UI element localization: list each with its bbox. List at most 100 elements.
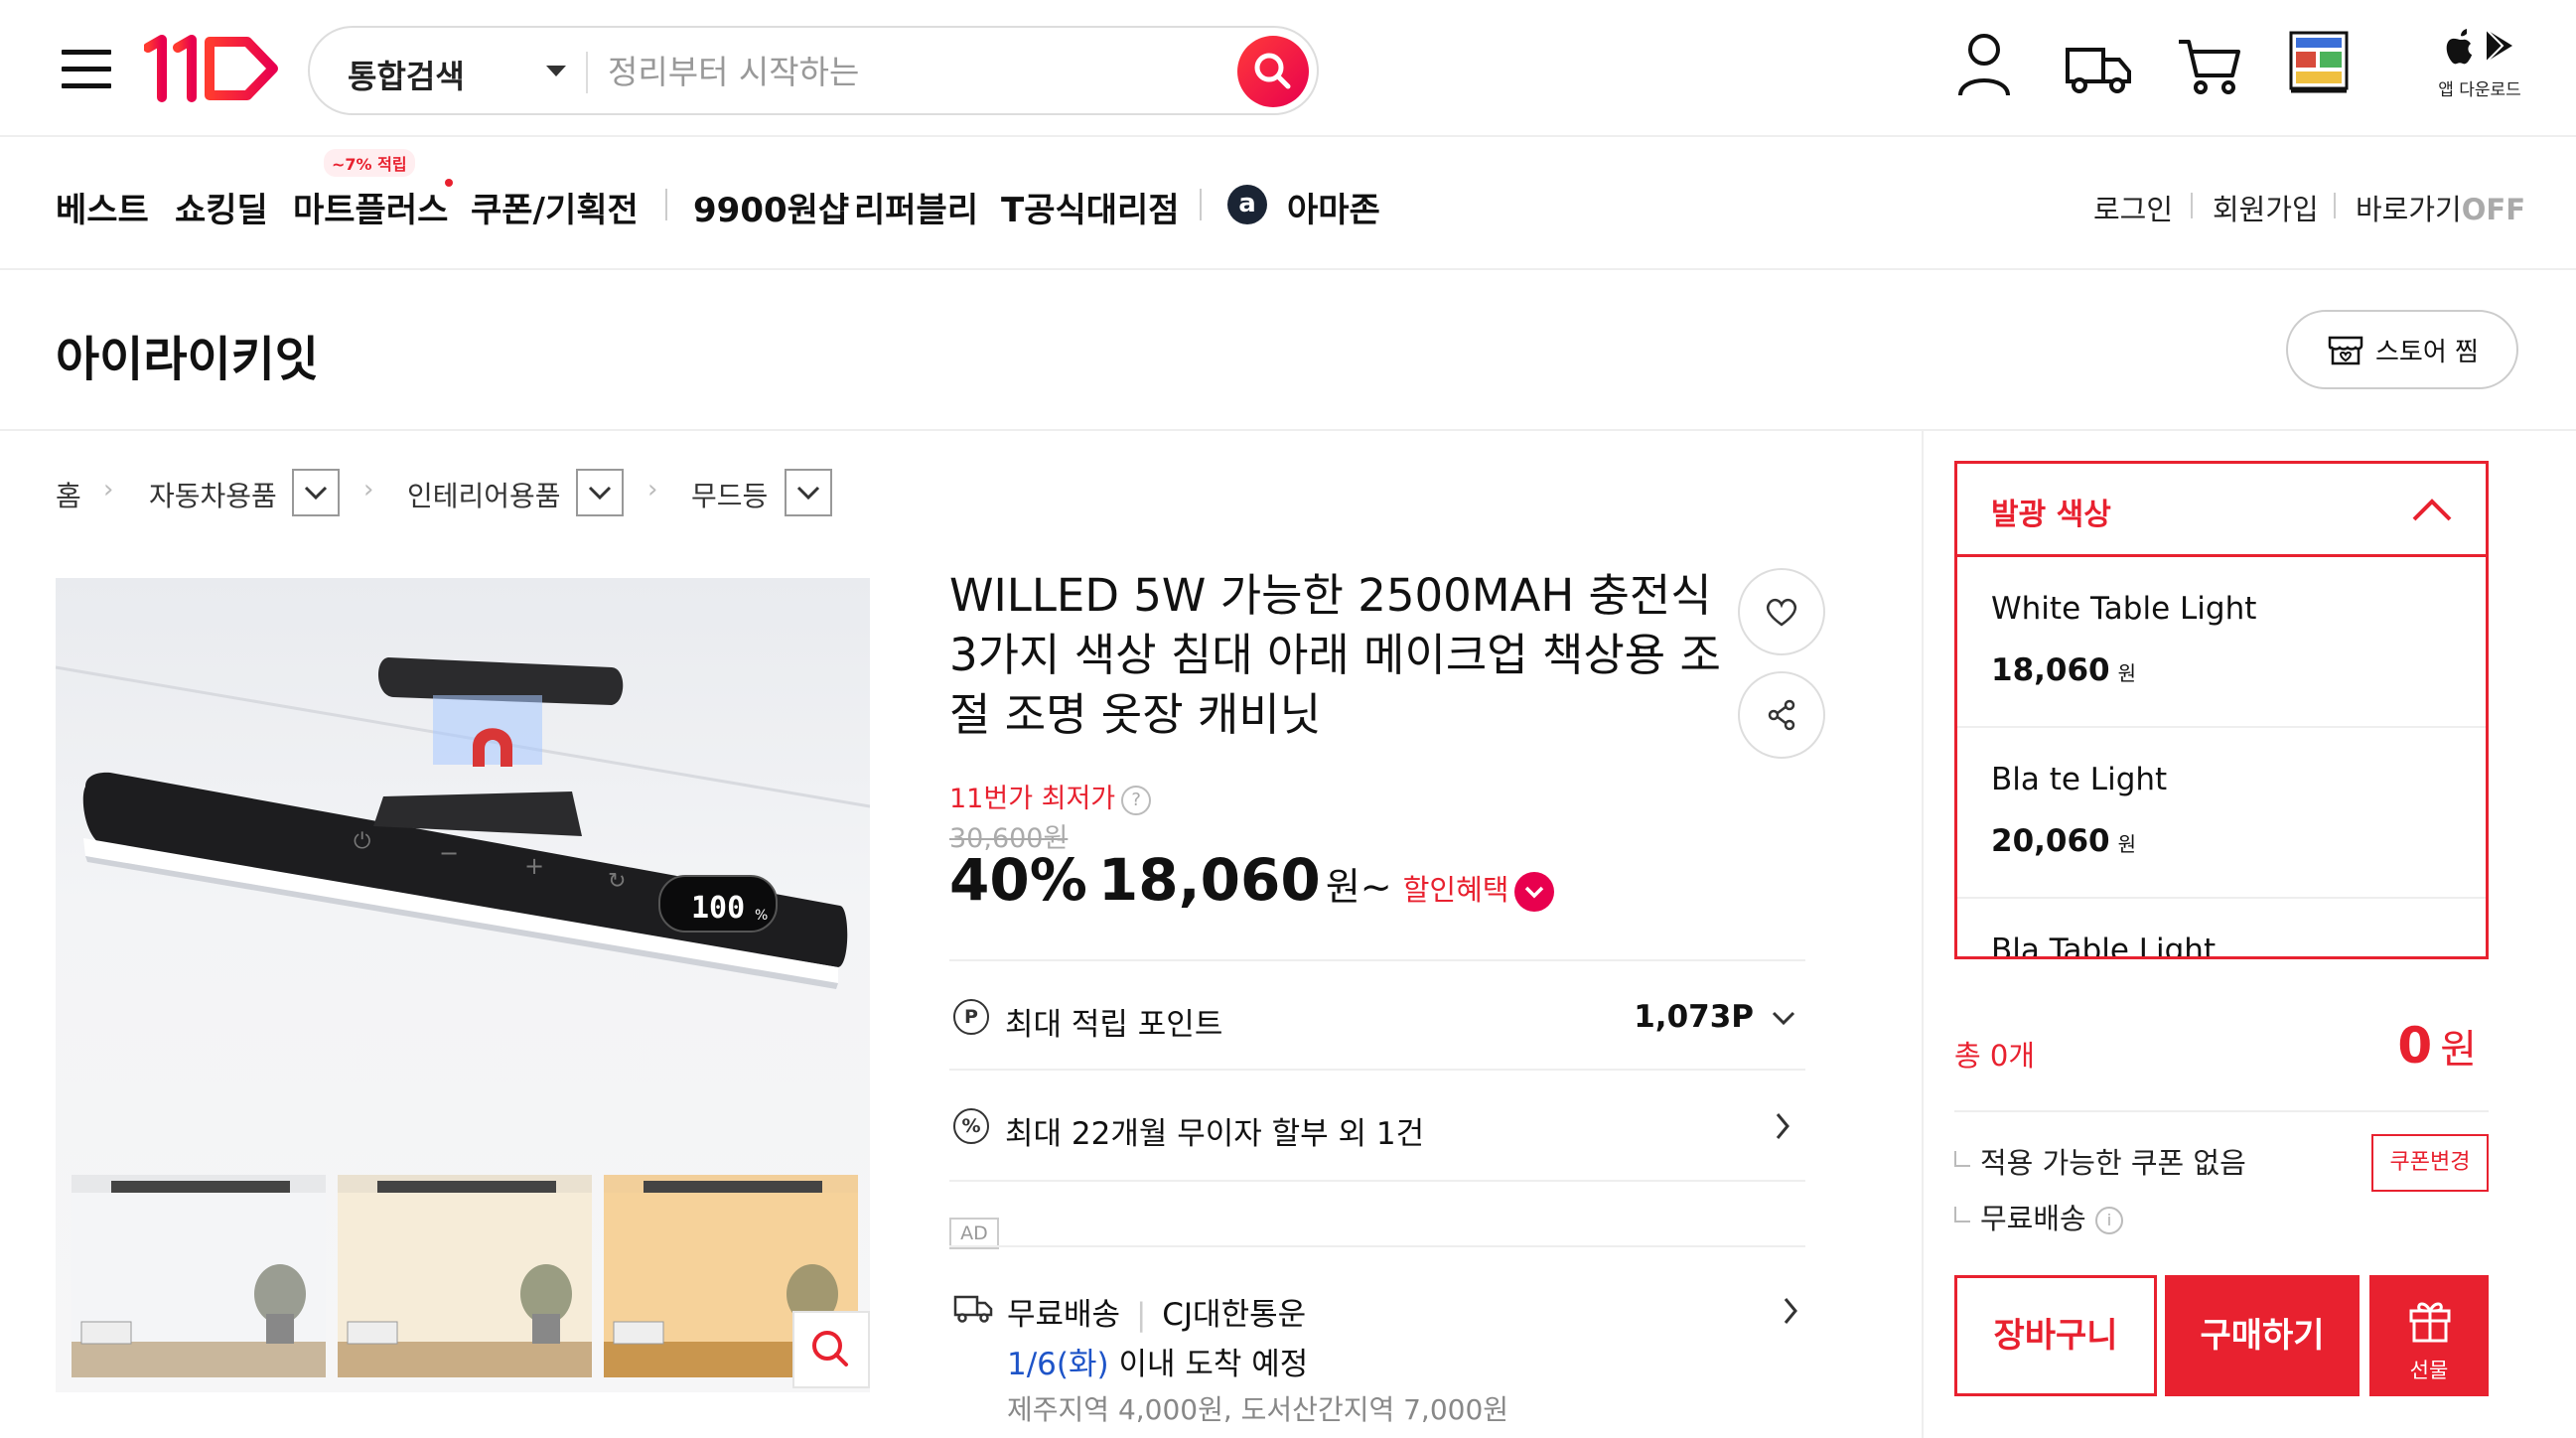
option-item[interactable]: Bla Table Light: [1957, 899, 2486, 959]
help-icon[interactable]: ?: [1121, 785, 1152, 815]
user-icon[interactable]: [1954, 30, 2014, 99]
heart-icon: [1766, 598, 1797, 627]
option-name: Bla te Light: [1991, 762, 2168, 797]
breadcrumb-home[interactable]: 홈: [56, 475, 81, 514]
nav-refurbly[interactable]: 리퍼블리: [854, 183, 978, 231]
gift-label: 선물: [2409, 1359, 2449, 1382]
wishlist-button[interactable]: [1738, 568, 1825, 655]
delivery-truck-icon: [953, 1295, 993, 1323]
points-label: 최대 적립 포인트: [1005, 1007, 1223, 1043]
sale-price-row: 40% 18,060 원~ 할인혜택: [949, 846, 1554, 916]
login-link[interactable]: 로그인: [2093, 187, 2173, 228]
battery-percent-sign: %: [755, 908, 768, 924]
chevron-right-icon[interactable]: [1774, 1291, 1809, 1331]
share-button[interactable]: [1738, 671, 1825, 759]
option-price-unit: 원: [2117, 661, 2137, 685]
points-value: 1,073P: [1634, 999, 1754, 1035]
truck-icon[interactable]: [2064, 30, 2133, 99]
gift-button[interactable]: 선물: [2369, 1275, 2489, 1396]
arrival-date: 1/6(화): [1007, 1347, 1109, 1382]
coupon-change-button[interactable]: 쿠폰변경: [2371, 1134, 2489, 1192]
search-bar: 통합검색: [308, 26, 1319, 115]
option-price-value: 18,060: [1991, 652, 2110, 688]
minus-icon: −: [439, 839, 459, 867]
store-icon: [2328, 336, 2363, 365]
chevron-down-icon: [796, 486, 820, 501]
thumbnail-warm-white[interactable]: [338, 1175, 592, 1377]
add-to-cart-button[interactable]: 장바구니: [1954, 1275, 2157, 1396]
tree-corner: [1954, 1207, 1970, 1222]
divider: [1954, 1110, 2489, 1112]
chevron-down-icon[interactable]: [1513, 871, 1554, 912]
search-scope-select[interactable]: 통합검색: [348, 52, 465, 97]
nav-9900-shop[interactable]: 9900원샵: [693, 183, 849, 231]
hamburger-menu-icon[interactable]: [62, 50, 111, 89]
option-name: Bla Table Light: [1991, 933, 2217, 959]
cart-icon[interactable]: [2175, 30, 2244, 99]
search-input[interactable]: [608, 46, 1204, 97]
points-row[interactable]: P 최대 적립 포인트 1,073P: [949, 987, 1805, 1047]
option-item[interactable]: Bla te Light 20,060 원: [1957, 728, 2486, 899]
coupon-row: 적용 가능한 쿠폰 없음: [1954, 1140, 2246, 1182]
zoom-button[interactable]: [792, 1311, 870, 1388]
nav-best[interactable]: 베스트: [56, 183, 149, 231]
divider: [949, 1245, 1805, 1247]
search-icon: [1254, 53, 1291, 89]
info-icon[interactable]: i: [2094, 1207, 2123, 1234]
buy-now-button[interactable]: 구매하기: [2165, 1275, 2360, 1396]
chevron-up-icon: [2412, 499, 2452, 521]
option-item[interactable]: White Table Light 18,060 원: [1957, 557, 2486, 728]
chevron-down-icon[interactable]: [546, 66, 566, 76]
shortcut-toggle[interactable]: 바로가기OFF: [2356, 187, 2525, 228]
search-divider: [586, 52, 588, 93]
gift-icon: [2409, 1302, 2451, 1343]
app-download[interactable]: 앱 다운로드: [2435, 26, 2524, 100]
nav-mart-plus[interactable]: 마트플러스: [293, 183, 448, 231]
breadcrumb-dropdown[interactable]: [292, 469, 340, 516]
shipping-label: 무료배송: [1007, 1297, 1121, 1333]
nav-divider: [665, 189, 667, 220]
breadcrumb-level-1[interactable]: 자동차용품: [149, 475, 277, 514]
nav-shocking-deal[interactable]: 쇼킹딜: [175, 183, 268, 231]
play-icon: [2485, 29, 2512, 63]
signup-link[interactable]: 회원가입: [2213, 187, 2319, 228]
breadcrumb-level-2[interactable]: 인테리어용품: [407, 475, 561, 514]
option-title: 발광 색상: [1991, 498, 2111, 532]
option-name: White Table Light: [1991, 591, 2257, 627]
category-nav: 베스트 쇼킹딜 ~7% 적립 마트플러스 쿠폰/기획전 9900원샵 리퍼블리 …: [0, 137, 2576, 270]
divider: [949, 1180, 1805, 1182]
breadcrumb-dropdown[interactable]: [785, 469, 832, 516]
share-icon: [1768, 699, 1795, 731]
tree-corner: [1954, 1151, 1970, 1167]
chevron-right-icon: [1776, 1113, 1789, 1139]
divider: [949, 959, 1805, 961]
product-title: WILLED 5W 가능한 2500MAH 충전식 3가지 색상 침대 아래 메…: [949, 569, 1721, 741]
delivery-row: 무료배송 i: [1954, 1196, 2123, 1237]
breadcrumb-level-3[interactable]: 무드등: [691, 475, 768, 514]
chevron-down-icon: [1772, 1011, 1795, 1026]
nav-t-official[interactable]: T공식대리점: [1001, 183, 1180, 231]
thumbnail-white[interactable]: [72, 1175, 326, 1377]
option-price-value: 20,060: [1991, 823, 2110, 859]
points-badge: ~7% 적립: [324, 149, 415, 177]
store-favorite-button[interactable]: 스토어 찜: [2286, 310, 2518, 389]
site-logo[interactable]: [144, 34, 283, 103]
nav-coupon[interactable]: 쿠폰/기획전: [471, 183, 639, 231]
option-header[interactable]: 발광 색상: [1957, 464, 2486, 557]
store-name[interactable]: 아이라이키잇: [56, 320, 319, 389]
nav-amazon[interactable]: 아마존: [1287, 183, 1380, 231]
percent-icon: %: [953, 1108, 989, 1144]
total-price-value: 0: [2397, 1017, 2433, 1075]
breadcrumb-dropdown[interactable]: [576, 469, 624, 516]
chevron-right-icon: ›: [103, 475, 114, 504]
discount-benefit-link[interactable]: 할인혜택: [1403, 873, 1509, 907]
search-button[interactable]: [1237, 36, 1309, 107]
nav-divider: [1200, 189, 1202, 220]
battery-display-digits: 100: [691, 891, 745, 926]
total-price: 0원: [2397, 1017, 2477, 1075]
app-download-label: 앱 다운로드: [2438, 80, 2521, 100]
option-selector: 발광 색상 White Table Light 18,060 원 Bla te L…: [1954, 461, 2489, 959]
installment-row[interactable]: % 최대 22개월 무이자 할부 외 1건: [949, 1096, 1805, 1156]
recent-item-thumb[interactable]: [2288, 30, 2350, 95]
arrival-text: 이내 도착 예정: [1118, 1347, 1309, 1382]
